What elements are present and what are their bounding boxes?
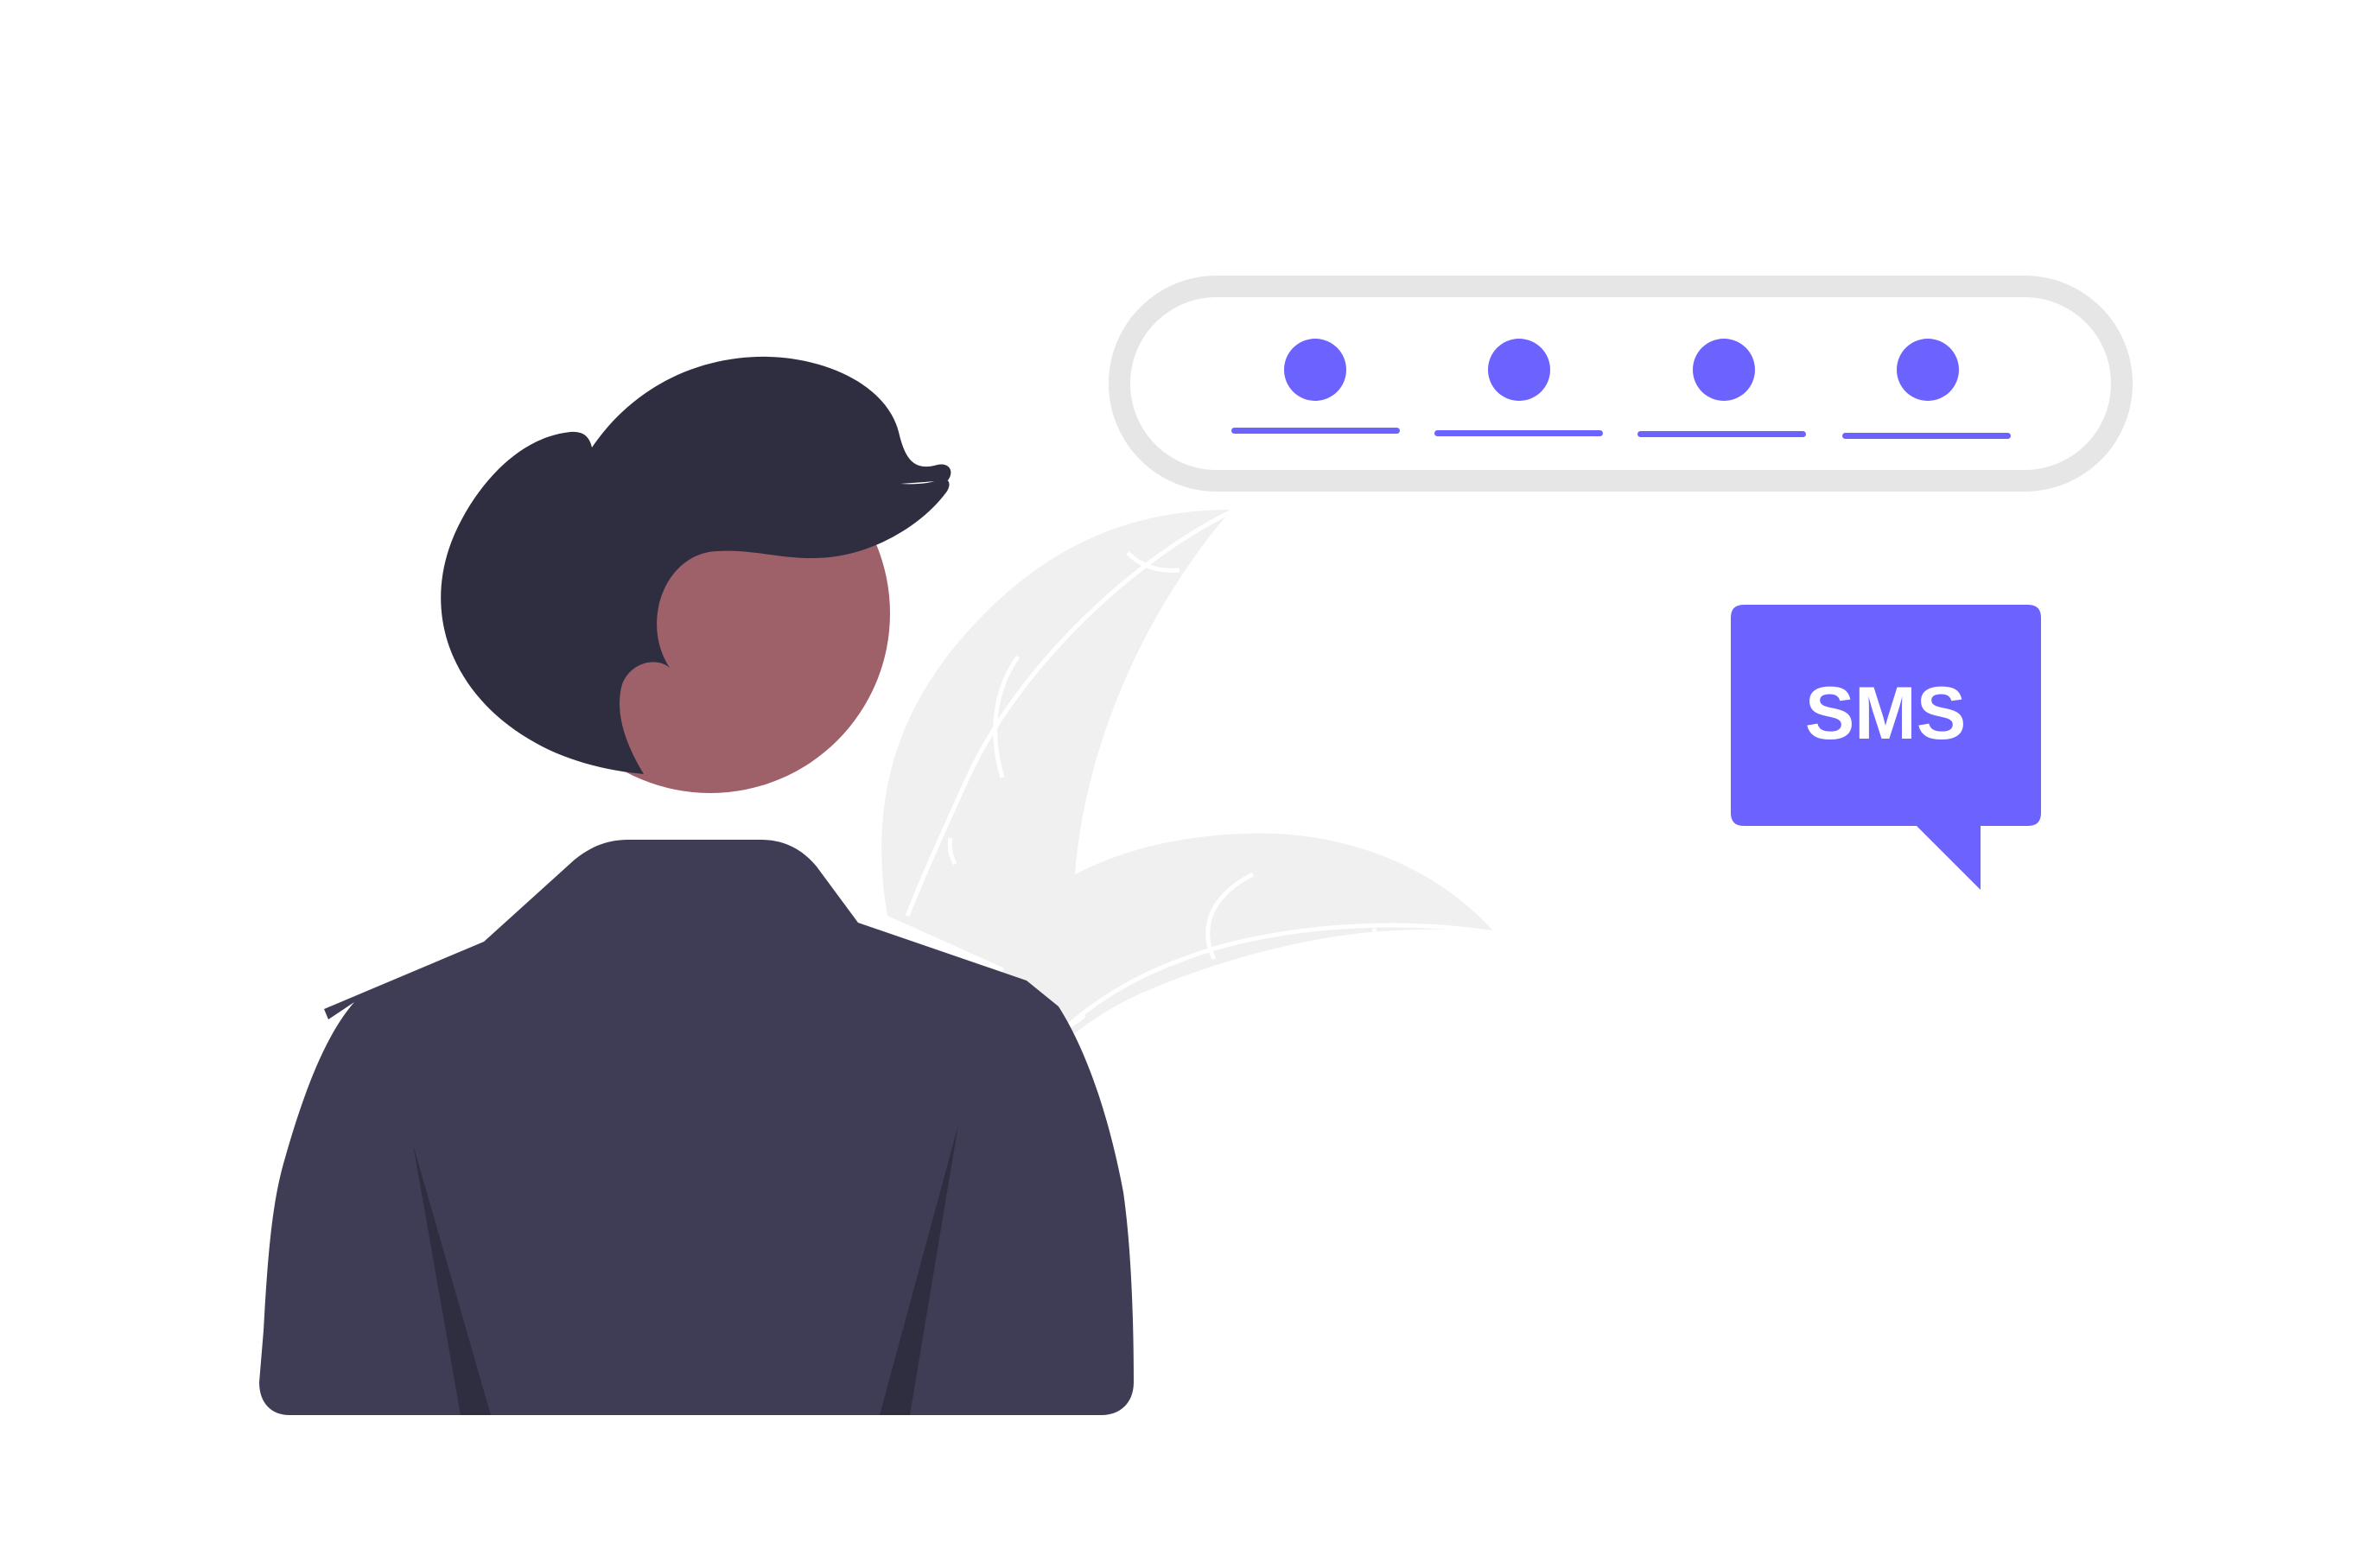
digit-underline bbox=[1842, 433, 2011, 439]
digit-underline bbox=[1231, 428, 1400, 434]
digit-underline bbox=[1434, 430, 1603, 436]
verification-illustration: SMS bbox=[259, 276, 2133, 1415]
sms-message-bubble: SMS bbox=[1731, 605, 2041, 890]
masked-digit-dot bbox=[1897, 339, 1959, 401]
code-field-inner[interactable] bbox=[1130, 297, 2111, 470]
sms-label: SMS bbox=[1805, 672, 1966, 755]
person-head bbox=[441, 356, 951, 793]
illustration-canvas: SMS bbox=[0, 0, 2359, 1568]
masked-digit-dot bbox=[1284, 339, 1346, 401]
code-input-field[interactable] bbox=[1109, 276, 2133, 492]
masked-digit-dot bbox=[1693, 339, 1755, 401]
digit-underline bbox=[1637, 431, 1806, 437]
masked-digit-dot bbox=[1488, 339, 1550, 401]
